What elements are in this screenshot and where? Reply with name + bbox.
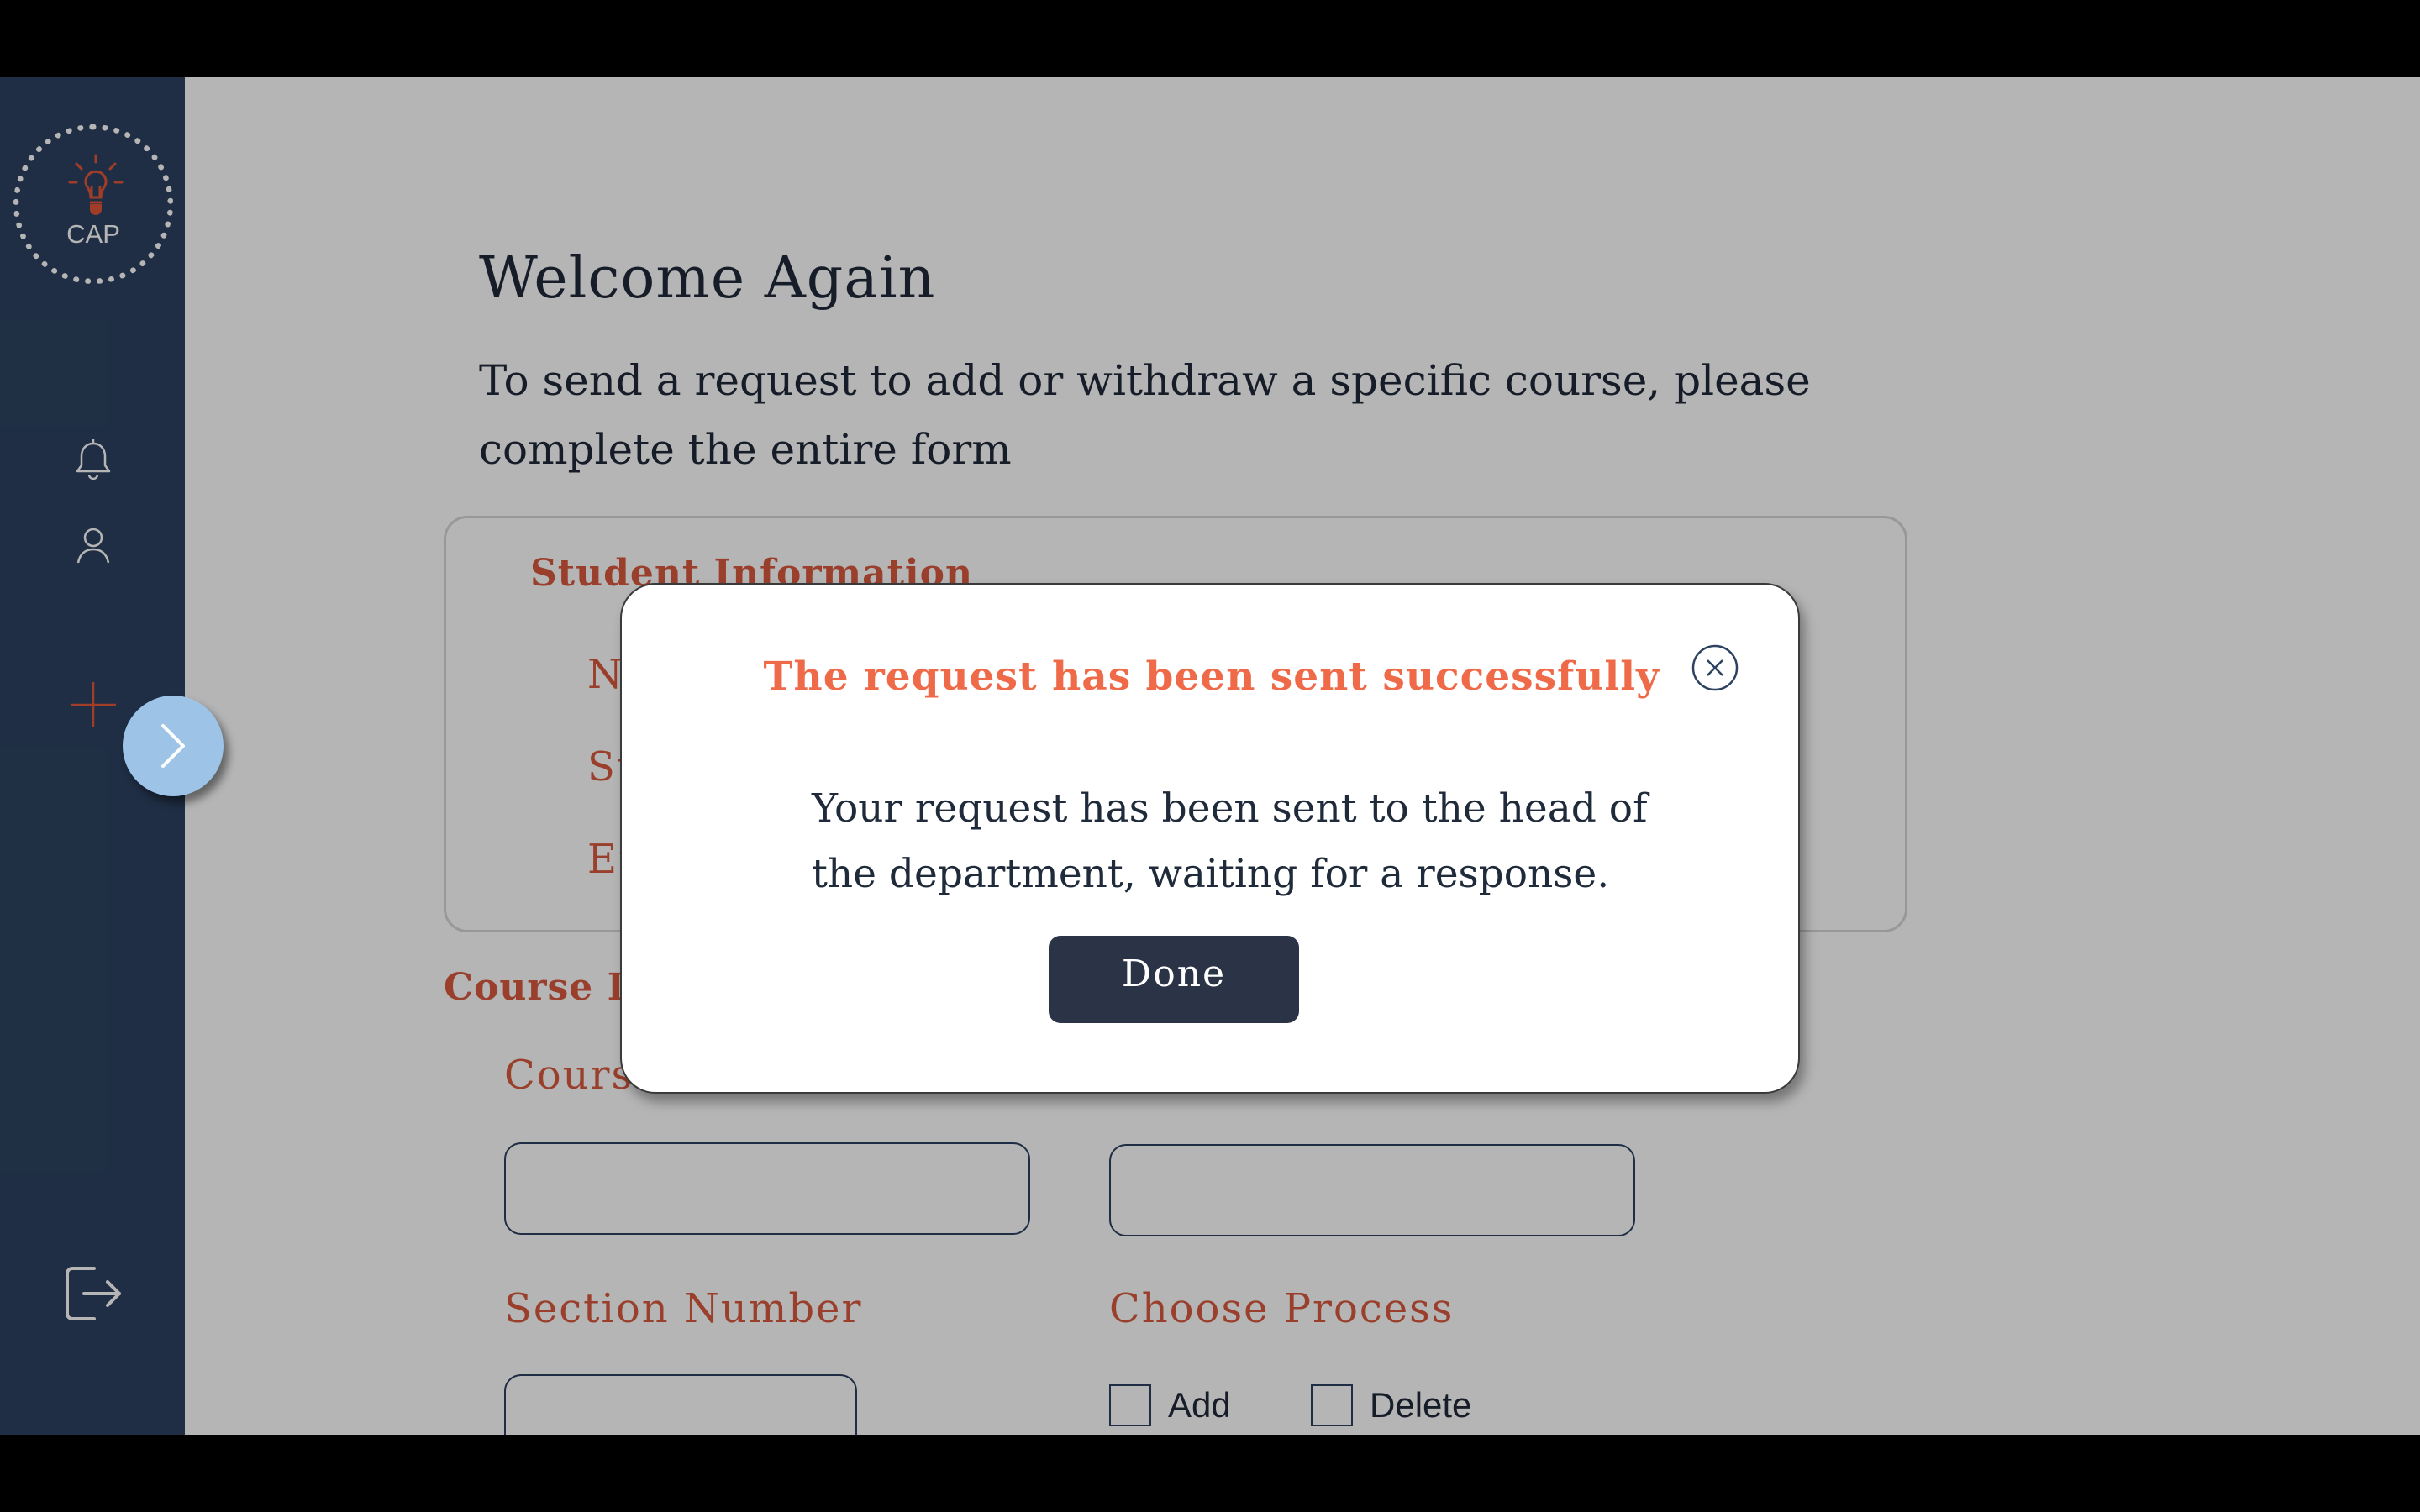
dialog-title: The request has been sent successfully <box>763 654 1660 700</box>
app-screen: CAP Welcome Again To send a request to a… <box>0 77 2420 1435</box>
success-dialog: The request has been sent successfully Y… <box>620 583 1800 1094</box>
close-icon[interactable] <box>1691 643 1739 692</box>
chevron-right-icon <box>161 724 185 768</box>
done-button[interactable]: Done <box>1049 936 1299 1023</box>
sidebar-expand-button[interactable] <box>123 696 224 796</box>
dialog-message: Your request has been sent to the head o… <box>812 785 1648 897</box>
